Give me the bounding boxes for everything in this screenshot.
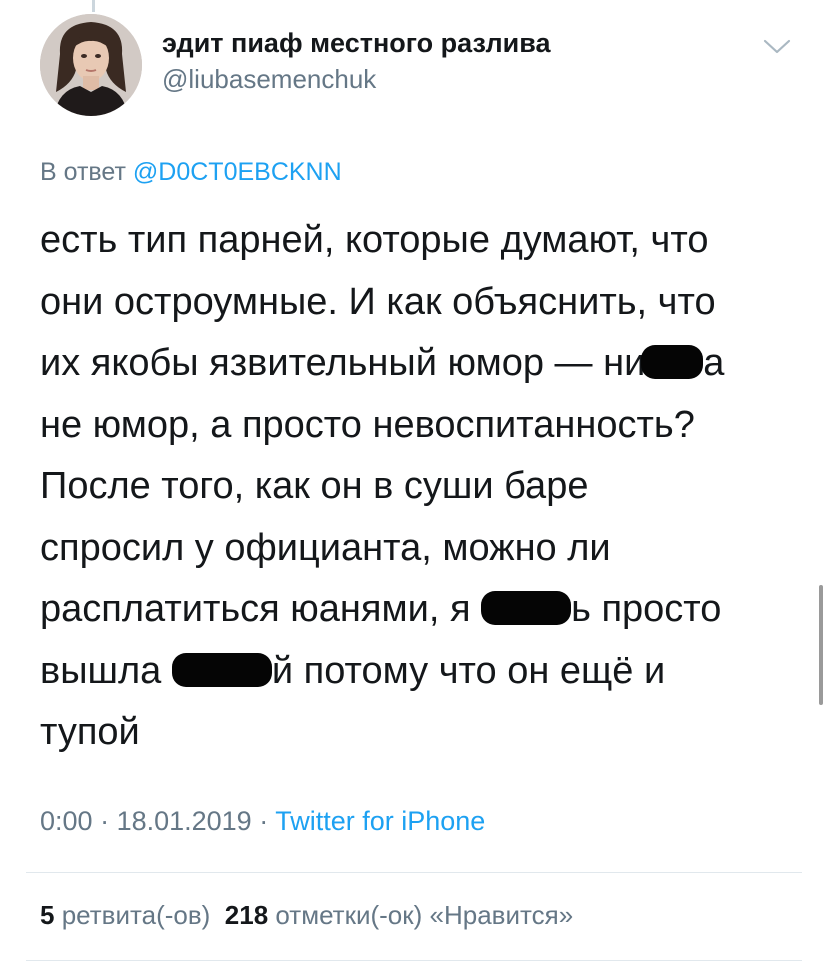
tweet-time[interactable]: 0:00 bbox=[40, 806, 93, 836]
tweet-line: не юмор, а просто невоспитанность? bbox=[40, 395, 810, 457]
thread-connector-line bbox=[92, 0, 95, 12]
divider bbox=[26, 960, 802, 961]
retweets-count: 5 bbox=[40, 900, 55, 930]
tweet-text-segment: тупой bbox=[40, 711, 140, 753]
display-name[interactable]: эдит пиаф местного разлива bbox=[162, 28, 551, 59]
meta-separator: · bbox=[92, 806, 117, 836]
tweet-text-segment: ь просто bbox=[571, 588, 722, 630]
profile-photo bbox=[40, 14, 142, 116]
retweets-label: ретвита(-ов) bbox=[61, 900, 211, 930]
tweet-line: есть тип парней, которые думают, что bbox=[40, 210, 810, 272]
tweet-line: расплатиться юанями, я ь просто bbox=[40, 579, 810, 641]
meta-separator: · bbox=[251, 806, 276, 836]
reply-context: В ответ @D0CT0EBCKNN bbox=[40, 158, 342, 187]
tweet-metadata: 0:00 · 18.01.2019 · Twitter for iPhone bbox=[40, 806, 485, 837]
tweet-text-segment: вышла bbox=[40, 649, 172, 692]
tweet-line: спросил у официанта, можно ли bbox=[40, 518, 810, 580]
redaction-mark bbox=[641, 345, 704, 379]
reply-mention-link[interactable]: @D0CT0EBCKNN bbox=[133, 158, 342, 186]
redaction-mark bbox=[171, 652, 272, 687]
tweet-line: тупой bbox=[40, 702, 810, 764]
tweet-text-segment: не юмор, а просто невоспитанность? bbox=[40, 403, 695, 446]
scrollbar[interactable] bbox=[819, 585, 823, 705]
tweet-text-segment: а bbox=[703, 342, 725, 384]
retweets-stat[interactable]: 5 ретвита(-ов) bbox=[40, 900, 210, 930]
tweet-line: они остроумные. И как объяснить, что bbox=[40, 272, 810, 334]
tweet-text-segment: они остроумные. И как объяснить, что bbox=[40, 280, 716, 323]
reply-prefix: В ответ bbox=[40, 158, 126, 186]
redaction-mark bbox=[481, 591, 572, 625]
engagement-stats: 5 ретвита(-ов) 218 отметки(-ок) «Нравитс… bbox=[40, 900, 573, 931]
avatar[interactable] bbox=[40, 14, 142, 116]
chevron-down-icon[interactable] bbox=[762, 36, 792, 58]
tweet-text-segment: спросил у официанта, можно ли bbox=[40, 526, 611, 569]
username-handle[interactable]: @liubasemenchuk bbox=[162, 64, 376, 95]
tweet-text-segment: После того, как он в суши баре bbox=[40, 465, 589, 507]
tweet-line: вышла й потому что он ещё и bbox=[40, 641, 810, 703]
divider bbox=[26, 872, 802, 873]
tweet-date[interactable]: 18.01.2019 bbox=[117, 806, 252, 836]
tweet-text: есть тип парней, которые думают, что они… bbox=[40, 210, 810, 764]
tweet-line: их якобы язвительный юмор — ни а bbox=[40, 333, 810, 395]
tweet-text-segment: расплатиться юанями, я bbox=[40, 588, 482, 630]
tweet-text-segment: й потому что он ещё и bbox=[271, 649, 666, 692]
tweet-text-segment: их якобы язвительный юмор — ни bbox=[40, 342, 646, 384]
tweet-source-link[interactable]: Twitter for iPhone bbox=[275, 806, 485, 836]
likes-stat[interactable]: 218 отметки(-ок) «Нравится» bbox=[225, 900, 573, 930]
tweet-text-segment: есть тип парней, которые думают, что bbox=[40, 219, 709, 261]
likes-count: 218 bbox=[224, 900, 269, 930]
likes-label: отметки(-ок) «Нравится» bbox=[275, 900, 574, 930]
tweet-line: После того, как он в суши баре bbox=[40, 456, 810, 518]
